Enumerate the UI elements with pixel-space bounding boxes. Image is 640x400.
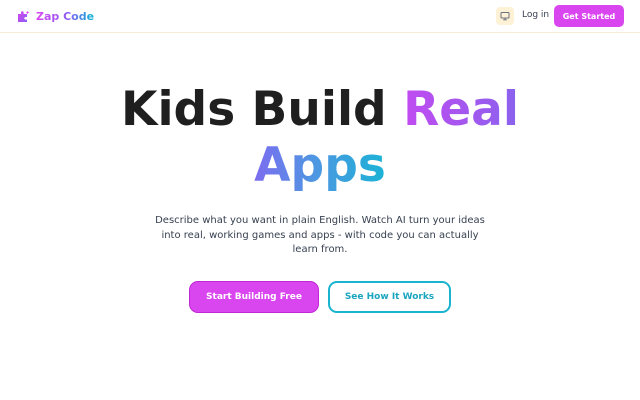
hero-title-part1: Kids Build <box>121 82 404 137</box>
hero-title-highlight-real: Real <box>403 82 519 137</box>
hero-title: Kids Build Real Apps <box>0 82 640 194</box>
start-building-button[interactable]: Start Building Free <box>189 281 319 313</box>
puzzle-sparkle-icon <box>18 10 30 22</box>
top-navbar: Zap Code Log in Get Started <box>0 0 640 33</box>
login-link[interactable]: Log in <box>522 10 549 20</box>
see-how-it-works-button[interactable]: See How It Works <box>328 281 451 313</box>
hero-description: Describe what you want in plain English.… <box>155 215 485 255</box>
hero-title-highlight-apps: Apps <box>254 138 386 193</box>
theme-toggle-button[interactable] <box>496 7 514 25</box>
get-started-button[interactable]: Get Started <box>554 5 624 27</box>
brand-name: Zap Code <box>36 9 95 23</box>
brand-logo-link[interactable]: Zap Code <box>17 8 94 24</box>
monitor-icon <box>500 12 510 21</box>
